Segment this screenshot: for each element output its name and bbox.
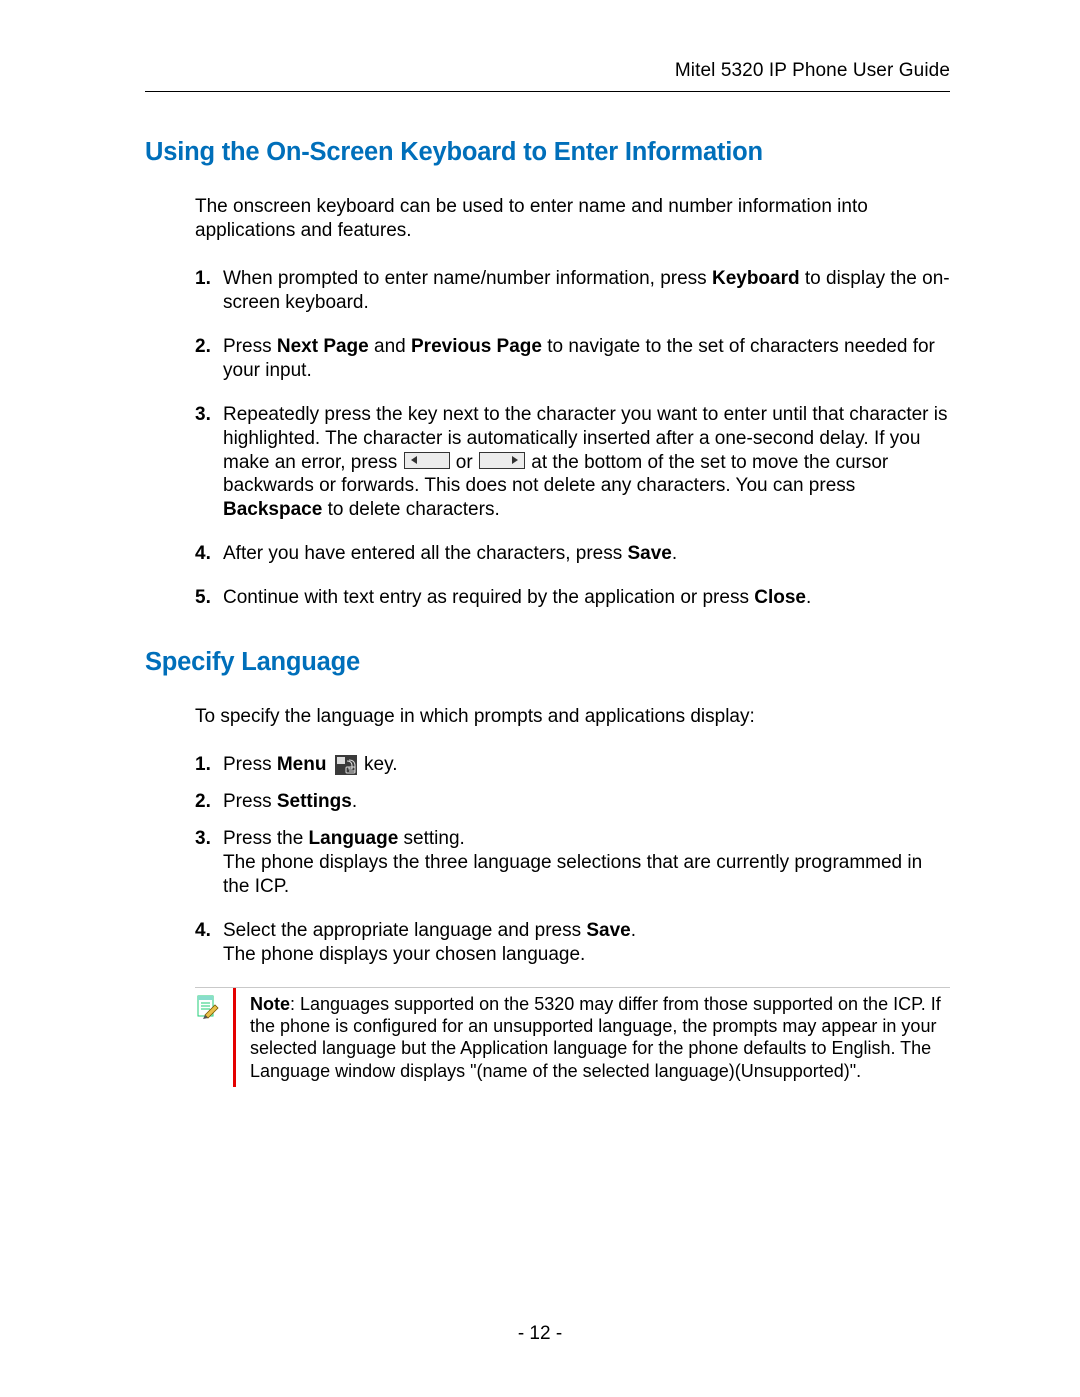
section2-intro: To specify the language in which prompts…	[195, 705, 950, 729]
section1-steps: 1. When prompted to enter name/number in…	[195, 267, 950, 610]
step-number: 5.	[195, 586, 211, 610]
keyword-menu: Menu	[277, 754, 327, 775]
list-item: 4. After you have entered all the charac…	[195, 542, 950, 566]
step-text: .	[631, 920, 636, 941]
section2-steps: 1. Press Menu key. 2. Press Settings. 3	[195, 753, 950, 967]
list-item: 2. Press Settings.	[195, 790, 950, 814]
heading-onscreen-keyboard: Using the On-Screen Keyboard to Enter In…	[145, 138, 950, 167]
step-text: and	[369, 336, 411, 357]
right-arrow-key-icon	[479, 452, 525, 469]
note-icon	[195, 995, 219, 1019]
step-text: key.	[364, 754, 397, 775]
step-number: 3.	[195, 403, 211, 427]
running-header: Mitel 5320 IP Phone User Guide	[145, 60, 950, 92]
page-number: - 12 -	[0, 1323, 1080, 1345]
left-arrow-key-icon	[404, 452, 450, 469]
list-item: 3. Repeatedly press the key next to the …	[195, 403, 950, 523]
page: Mitel 5320 IP Phone User Guide Using the…	[0, 0, 1080, 1397]
step-number: 2.	[195, 790, 211, 814]
step-number: 4.	[195, 542, 211, 566]
note-text: Note: Languages supported on the 5320 ma…	[236, 988, 950, 1087]
keyword-language: Language	[309, 828, 399, 849]
step-number: 2.	[195, 335, 211, 359]
keyword-previous-page: Previous Page	[411, 336, 542, 357]
note-label: Note	[250, 994, 290, 1014]
note-box: Note: Languages supported on the 5320 ma…	[195, 987, 950, 1087]
step-number: 1.	[195, 267, 211, 291]
keyword-backspace: Backspace	[223, 499, 322, 520]
keyword-save: Save	[586, 920, 630, 941]
list-item: 1. Press Menu key.	[195, 753, 950, 777]
step-text: Continue with text entry as required by …	[223, 587, 754, 608]
section1-intro: The onscreen keyboard can be used to ent…	[195, 195, 950, 243]
step-text: Press	[223, 791, 277, 812]
step-text: Select the appropriate language and pres…	[223, 920, 586, 941]
list-item: 2. Press Next Page and Previous Page to …	[195, 335, 950, 383]
keyword-keyboard: Keyboard	[712, 268, 800, 289]
step-text: Press the	[223, 828, 309, 849]
step-text: to delete characters.	[322, 499, 499, 520]
step-text: After you have entered all the character…	[223, 543, 628, 564]
keyword-settings: Settings	[277, 791, 352, 812]
step-text: or	[451, 452, 478, 473]
step-number: 4.	[195, 919, 211, 943]
step-text: The phone displays your chosen language.	[223, 944, 585, 965]
step-text: .	[672, 543, 677, 564]
keyword-close: Close	[754, 587, 806, 608]
step-text: The phone displays the three language se…	[223, 852, 922, 897]
list-item: 3. Press the Language setting. The phone…	[195, 827, 950, 899]
list-item: 1. When prompted to enter name/number in…	[195, 267, 950, 315]
note-body: : Languages supported on the 5320 may di…	[250, 994, 941, 1081]
section1-body: The onscreen keyboard can be used to ent…	[195, 195, 950, 610]
step-text: Press	[223, 754, 277, 775]
step-number: 3.	[195, 827, 211, 851]
keyword-save: Save	[628, 543, 672, 564]
step-text: .	[352, 791, 357, 812]
list-item: 4. Select the appropriate language and p…	[195, 919, 950, 967]
keyword-next-page: Next Page	[277, 336, 369, 357]
step-text: .	[806, 587, 811, 608]
section2-body: To specify the language in which prompts…	[195, 705, 950, 1087]
step-text: When prompted to enter name/number infor…	[223, 268, 712, 289]
menu-key-icon	[335, 755, 357, 775]
heading-specify-language: Specify Language	[145, 648, 950, 677]
step-text: setting.	[398, 828, 465, 849]
step-text: Press	[223, 336, 277, 357]
note-icon-cell	[195, 988, 233, 1087]
step-number: 1.	[195, 753, 211, 777]
list-item: 5. Continue with text entry as required …	[195, 586, 950, 610]
